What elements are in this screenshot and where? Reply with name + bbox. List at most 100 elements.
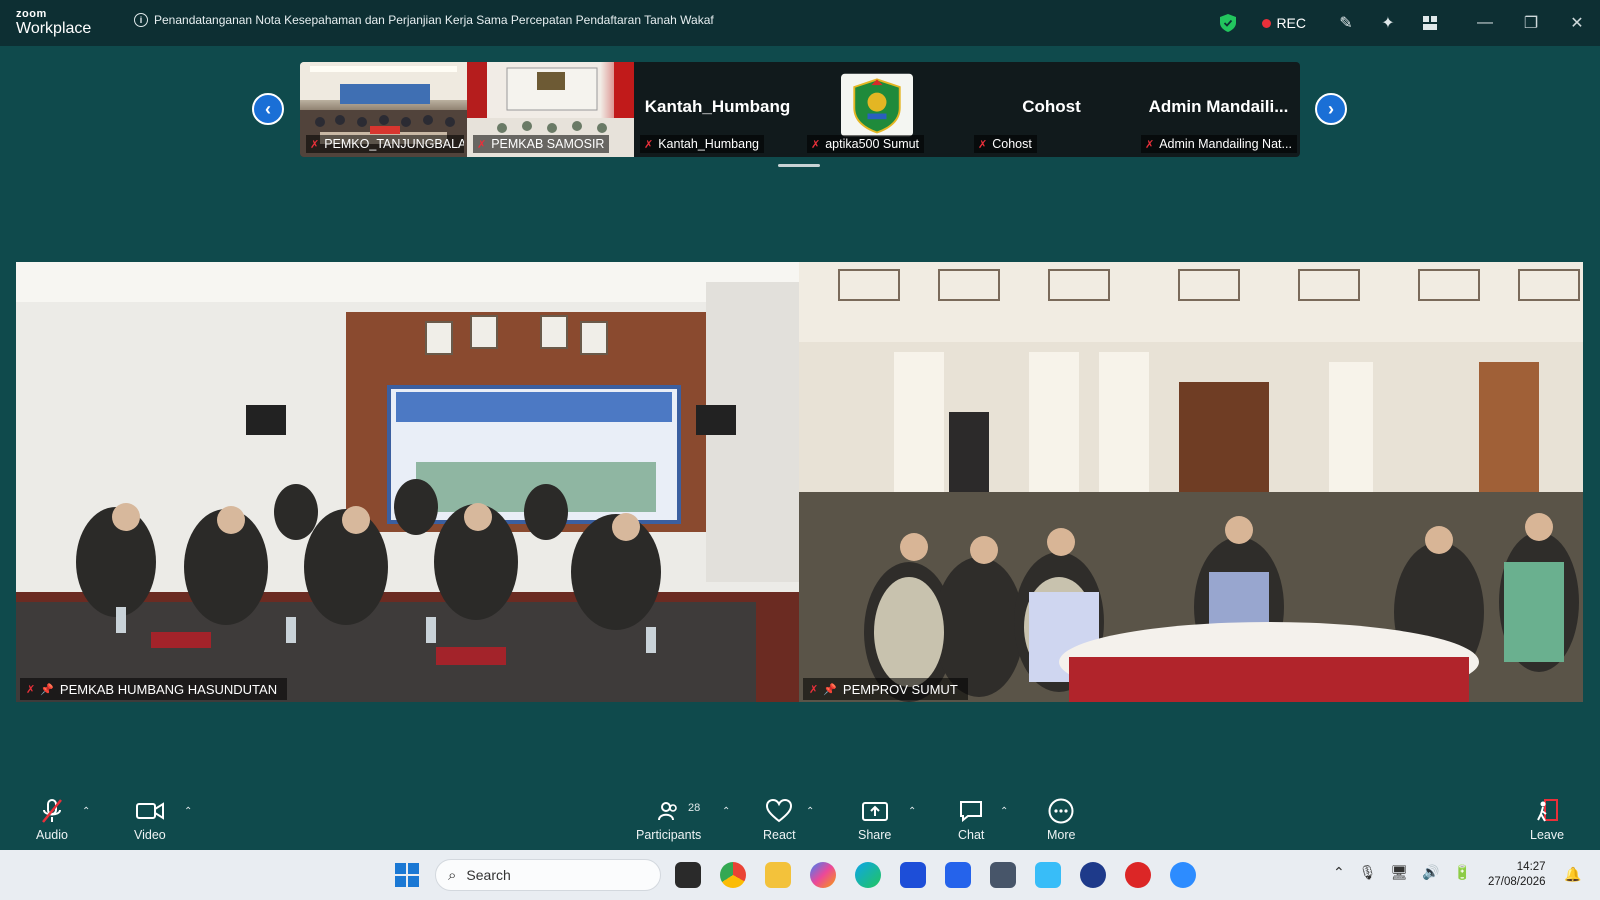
annotate-icon[interactable]: ✎ (1336, 13, 1356, 33)
task-view-icon[interactable] (675, 862, 701, 888)
snipping-tool-icon[interactable] (1035, 862, 1061, 888)
volume-icon[interactable]: 🔊 (1422, 864, 1439, 881)
remote-desktop-icon[interactable] (990, 862, 1016, 888)
windows-start-icon[interactable] (395, 863, 419, 887)
participant-label: ✗ 📌 PEMKAB HUMBANG HASUNDUTAN (20, 678, 288, 700)
clock-time: 14:27 (1516, 861, 1546, 873)
brand-small: zoom (16, 8, 47, 20)
participants-icon (657, 802, 677, 821)
battery-icon[interactable]: 🔋 (1454, 864, 1471, 881)
mic-muted-icon: ✗ (644, 138, 654, 151)
system-tray: ⌃ 🎙 🖥 🔊 🔋 (1333, 864, 1485, 881)
gallery-tile[interactable]: Cohost ✗ Cohost (968, 62, 1135, 157)
participant-label: ✗ Admin Mandailing Nat... (1141, 135, 1297, 153)
mic-muted-icon: ✗ (310, 138, 320, 151)
participant-display-name: Kantah_Humbang (644, 97, 791, 116)
store-icon[interactable] (900, 862, 926, 888)
app-icon[interactable] (945, 862, 971, 888)
ai-companion-icon[interactable]: ✦ (1378, 13, 1398, 33)
gallery-next-button[interactable]: › (1315, 93, 1347, 125)
participant-label: ✗ 📌 PEMPROV SUMUT (803, 678, 968, 700)
app-icon[interactable] (1080, 862, 1106, 888)
minimize-button[interactable]: — (1462, 0, 1508, 46)
meeting-title: Penandatanganan Nota Kesepahaman dan Per… (154, 13, 714, 27)
audio-options-chevron-icon[interactable]: ⌃ (82, 806, 90, 817)
mic-muted-icon: ✗ (477, 138, 487, 151)
copilot-icon[interactable] (810, 862, 836, 888)
mic-muted-icon: ✗ (26, 683, 36, 696)
app-icon[interactable] (1125, 862, 1151, 888)
gallery-tile[interactable]: ✗ aptika500 Sumut (801, 62, 968, 157)
video-button[interactable]: Video (134, 798, 166, 842)
react-button[interactable]: React (763, 798, 796, 842)
clock-date: 27/08/2026 (1488, 876, 1546, 888)
participant-video (799, 262, 1583, 702)
security-shield-icon[interactable] (1220, 14, 1237, 32)
app-logo: zoom Workplace (16, 9, 91, 37)
more-button[interactable]: More (1047, 798, 1075, 842)
restore-button[interactable]: ❐ (1508, 0, 1554, 46)
gallery-prev-button[interactable]: ‹ (252, 93, 284, 125)
title-bar: zoom Workplace i Penandatanganan Nota Ke… (0, 0, 1600, 46)
react-options-chevron-icon[interactable]: ⌃ (806, 806, 814, 817)
chrome-icon[interactable] (720, 862, 746, 888)
participant-label: ✗ aptika500 Sumut (807, 135, 925, 153)
audio-button[interactable]: Audio (36, 798, 68, 842)
record-dot-icon (1262, 18, 1272, 28)
share-button[interactable]: Share (858, 798, 891, 842)
zoom-app-icon[interactable] (1170, 862, 1196, 888)
share-options-chevron-icon[interactable]: ⌃ (908, 806, 916, 817)
microphone-icon[interactable]: 🎙 (1359, 864, 1377, 881)
os-taskbar: ⌕ Search ⌃ 🎙 🖥 🔊 🔋 14:27 27/08/2026 🔔 (0, 850, 1600, 900)
info-icon[interactable]: i (134, 13, 148, 27)
more-dots-icon (1048, 798, 1074, 824)
pin-icon: 📌 (823, 683, 837, 696)
taskbar-clock[interactable]: 14:27 27/08/2026 (1488, 860, 1546, 890)
mic-muted-icon: ✗ (978, 138, 988, 151)
participant-label: ✗ Cohost (974, 135, 1037, 153)
search-icon: ⌕ (448, 866, 457, 884)
participants-options-chevron-icon[interactable]: ⌃ (722, 806, 730, 817)
gallery-tile[interactable]: Admin Mandaili... ✗ Admin Mandailing Nat.… (1135, 62, 1300, 157)
network-icon[interactable]: 🖥 (1391, 864, 1409, 881)
profile-emblem-icon (841, 73, 913, 137)
chat-options-chevron-icon[interactable]: ⌃ (1000, 806, 1008, 817)
participant-display-name: Admin Mandaili... (1148, 97, 1289, 116)
gallery-tile[interactable]: ✗ PEMKO_TANJUNGBALAI (300, 62, 467, 157)
gallery-tile[interactable]: ✗ PEMKAB SAMOSIR (467, 62, 634, 157)
mic-muted-icon: ✗ (809, 683, 819, 696)
participant-video (16, 262, 799, 702)
recording-indicator[interactable]: REC (1262, 15, 1306, 31)
video-options-chevron-icon[interactable]: ⌃ (184, 806, 192, 817)
mic-muted-icon: ✗ (811, 138, 821, 151)
mic-muted-icon (42, 799, 62, 823)
leave-door-icon (1537, 799, 1559, 822)
edge-icon[interactable] (855, 862, 881, 888)
participant-display-name: Cohost (1022, 97, 1081, 116)
chevron-up-icon[interactable]: ⌃ (1333, 864, 1345, 881)
mic-muted-icon: ✗ (1145, 138, 1155, 151)
participant-count: 28 (688, 802, 701, 814)
video-tile-right[interactable]: ✗ 📌 PEMPROV SUMUT (799, 262, 1583, 702)
video-tile-left[interactable]: ✗ 📌 PEMKAB HUMBANG HASUNDUTAN (16, 262, 799, 702)
chat-bubble-icon (960, 801, 983, 822)
brand-name: Workplace (16, 20, 92, 37)
leave-button[interactable]: Leave (1530, 798, 1564, 842)
gallery-tile[interactable]: Kantah_Humbang ✗ Kantah_Humbang (634, 62, 801, 157)
participant-label: ✗ PEMKAB SAMOSIR (473, 135, 610, 153)
view-grid-icon[interactable] (1420, 13, 1440, 33)
participant-label: ✗ Kantah_Humbang (640, 135, 764, 153)
notification-bell-icon[interactable]: 🔔 (1564, 866, 1581, 883)
close-button[interactable]: ✕ (1554, 0, 1600, 46)
meeting-info[interactable]: i Penandatanganan Nota Kesepahaman dan P… (134, 13, 714, 27)
gallery-page-indicator[interactable] (778, 164, 820, 167)
gallery-strip: ✗ PEMKO_TANJUNGBALAI ✗ PEMKAB SAMOSIR Kant… (300, 62, 1300, 157)
meeting-toolbar: Audio ⌃ Video ⌃ Participants 28 ⌃ React … (0, 792, 1600, 850)
file-explorer-icon[interactable] (765, 862, 791, 888)
chat-button[interactable]: Chat (958, 798, 984, 842)
camera-icon (135, 802, 164, 820)
taskbar-search-input[interactable]: ⌕ Search (435, 859, 661, 891)
search-placeholder: Search (466, 867, 511, 883)
rec-label: REC (1276, 15, 1306, 31)
pin-icon: 📌 (40, 683, 54, 696)
